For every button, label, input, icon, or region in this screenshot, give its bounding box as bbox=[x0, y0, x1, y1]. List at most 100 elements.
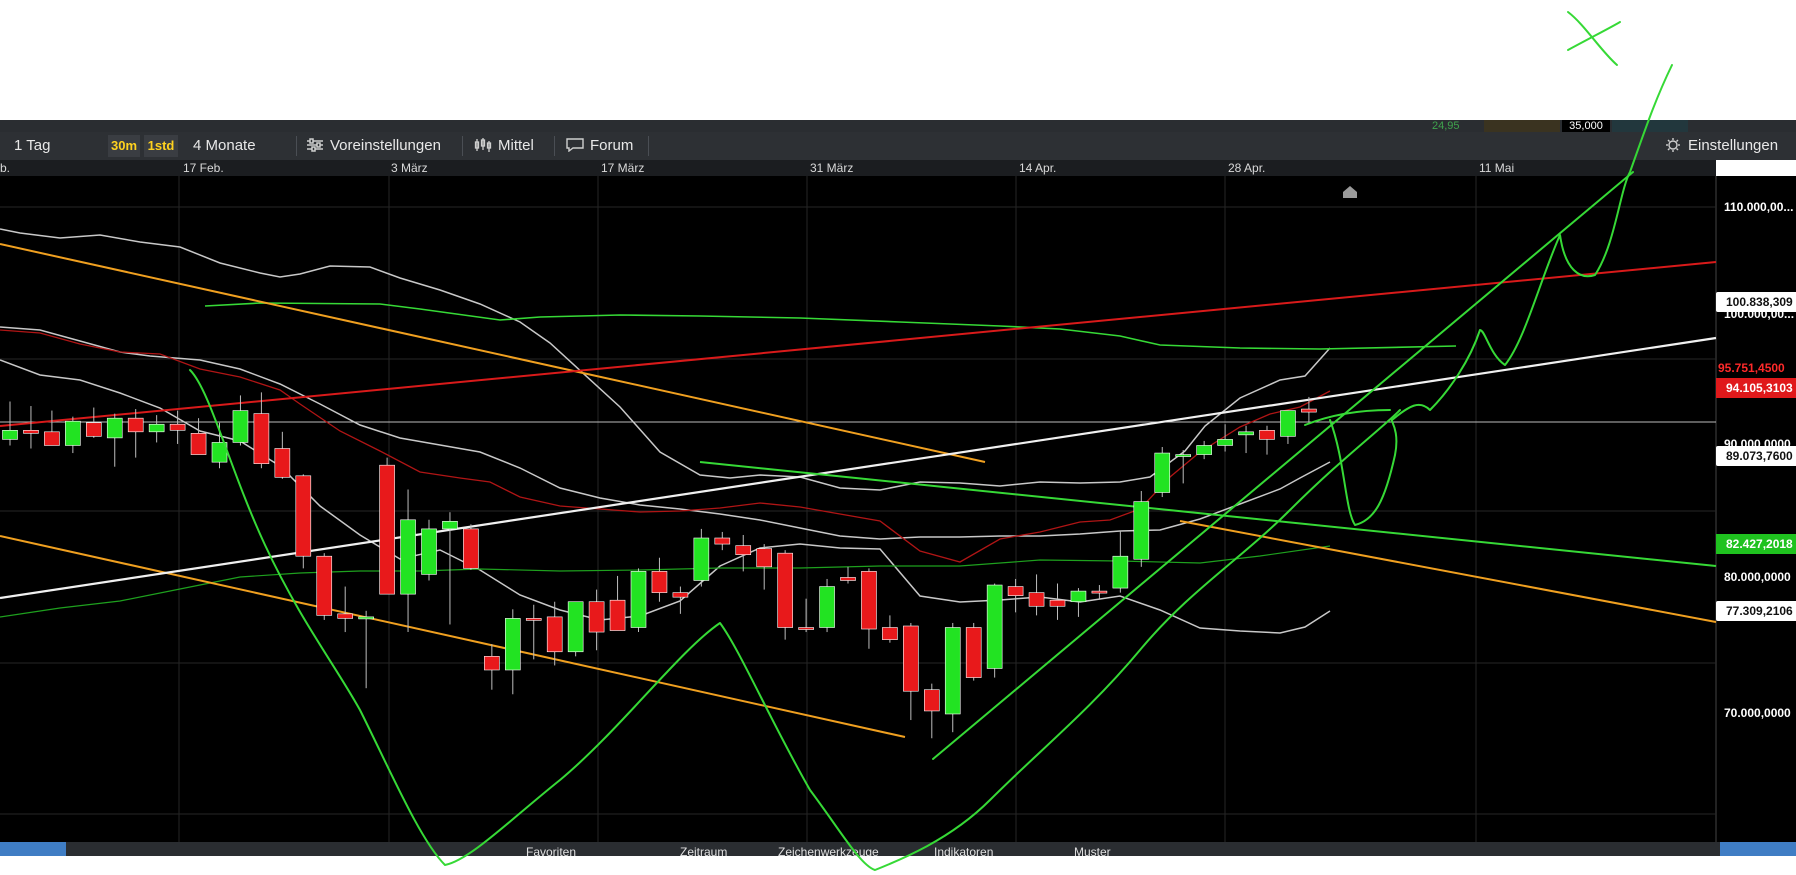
mid-band-marker: 89.073,7600 bbox=[1716, 446, 1796, 466]
price-axis-bg bbox=[1716, 176, 1796, 842]
lower-band-marker: 77.309,2106 bbox=[1716, 601, 1796, 621]
price-chart[interactable]: 110.000,00... 100.000,00... 90.000,0000 … bbox=[0, 176, 1796, 842]
patterns-tab[interactable]: Muster bbox=[1074, 846, 1111, 856]
top-strip-bar bbox=[1484, 120, 1560, 132]
candle-up bbox=[1154, 452, 1171, 493]
candle-up bbox=[1280, 410, 1296, 437]
period-dropdown[interactable]: 4 Monate bbox=[193, 132, 256, 160]
candle-down bbox=[798, 627, 814, 630]
candle-down bbox=[609, 599, 626, 631]
candle-down bbox=[1301, 408, 1317, 413]
indicators-tab[interactable]: Indikatoren bbox=[934, 846, 993, 856]
period-label: 4 Monate bbox=[193, 137, 256, 154]
candle-up bbox=[2, 429, 18, 440]
date-tick: 31 März bbox=[810, 161, 854, 175]
favorites-tab[interactable]: Favoriten bbox=[526, 846, 576, 856]
price-tick: 80.000,0000 bbox=[1724, 570, 1791, 584]
candle-down bbox=[1091, 590, 1108, 594]
expand-button[interactable] bbox=[1720, 842, 1796, 856]
bottom-toolbar: Favoriten Zeitraum Zeichenwerkzeuge Indi… bbox=[0, 842, 1796, 856]
candle-down bbox=[1028, 592, 1045, 607]
candle-down bbox=[169, 423, 186, 431]
interval-30m-button[interactable]: 30m bbox=[108, 135, 140, 157]
interval-1std-button[interactable]: 1std bbox=[144, 135, 178, 157]
candle-down bbox=[546, 616, 563, 653]
candle-down bbox=[253, 413, 270, 464]
price-tick: 70.000,0000 bbox=[1724, 706, 1791, 720]
candle-down bbox=[127, 417, 144, 433]
date-tick: 11 Mai bbox=[1479, 161, 1515, 175]
white-trendline bbox=[0, 336, 1717, 600]
candle-up bbox=[986, 584, 1003, 669]
horizontal-grid bbox=[0, 206, 1716, 815]
forum-button[interactable]: Forum bbox=[566, 132, 633, 160]
candle-up bbox=[106, 417, 123, 439]
chat-bubble-icon bbox=[566, 138, 584, 152]
candle-down bbox=[672, 592, 689, 598]
candle-up bbox=[211, 442, 228, 463]
pencil-button[interactable] bbox=[0, 842, 66, 856]
cross-mark-stroke bbox=[1567, 11, 1618, 66]
candle-down bbox=[588, 601, 605, 633]
candle-down bbox=[903, 625, 919, 692]
candle-up bbox=[1238, 431, 1254, 436]
candle-up bbox=[504, 618, 521, 671]
candle-up bbox=[630, 571, 647, 628]
candle-down bbox=[923, 689, 940, 712]
toolbar-divider bbox=[648, 136, 649, 156]
candle-down bbox=[840, 577, 856, 581]
date-tick: 17 März bbox=[601, 161, 645, 175]
presets-button[interactable]: Voreinstellungen bbox=[306, 132, 441, 160]
sliders-icon bbox=[307, 138, 323, 152]
candle-up bbox=[1133, 501, 1150, 560]
candle-down bbox=[295, 475, 312, 557]
drawing-tools-tab[interactable]: Zeichenwerkzeuge bbox=[778, 846, 879, 856]
orange-trendline-extension bbox=[1179, 520, 1717, 623]
average-button[interactable]: Mittel bbox=[474, 132, 534, 160]
forum-label: Forum bbox=[590, 137, 634, 154]
chart-canvas[interactable]: 110.000,00... 100.000,00... 90.000,0000 … bbox=[0, 176, 1796, 842]
toolbar-divider bbox=[554, 136, 555, 156]
green-trendline bbox=[699, 461, 1717, 567]
top-info-strip: 24,95 35,000 bbox=[0, 120, 1796, 132]
candle-down bbox=[337, 613, 354, 619]
candle-up bbox=[1217, 439, 1233, 446]
candle-down bbox=[525, 618, 542, 621]
candle-down bbox=[882, 627, 898, 640]
gear-icon bbox=[1666, 138, 1680, 152]
green-resistance-line bbox=[204, 302, 1457, 350]
candle-up bbox=[232, 410, 249, 443]
candle-down bbox=[1007, 586, 1024, 596]
candle-down bbox=[463, 528, 479, 569]
candle-up bbox=[421, 528, 437, 575]
candle-down bbox=[86, 422, 102, 437]
home-marker-icon[interactable] bbox=[1343, 186, 1357, 198]
settings-button[interactable]: Einstellungen bbox=[1664, 132, 1778, 160]
candle-down bbox=[274, 448, 291, 478]
top-strip-volume: 35,000 bbox=[1562, 120, 1610, 132]
candle-down bbox=[379, 464, 395, 595]
candle-up bbox=[1112, 555, 1129, 589]
candle-down bbox=[316, 555, 333, 616]
candlestick-series bbox=[2, 392, 1317, 739]
vertical-grid bbox=[178, 176, 1477, 842]
candle-down bbox=[861, 571, 877, 630]
average-marker: 94.105,3103 bbox=[1716, 378, 1796, 398]
candle-down bbox=[44, 431, 60, 446]
top-strip-value: 24,95 bbox=[1432, 120, 1460, 132]
candle-down bbox=[651, 571, 668, 593]
candle-up bbox=[1196, 445, 1212, 455]
candles-icon bbox=[474, 138, 492, 152]
range-dropdown[interactable]: 1 Tag bbox=[14, 132, 50, 160]
candle-up bbox=[819, 586, 835, 628]
top-strip-bar-2 bbox=[1612, 120, 1688, 132]
last-price-marker: 95.751,4500 bbox=[1718, 361, 1785, 375]
average-label: Mittel bbox=[498, 137, 534, 154]
range-label: 1 Tag bbox=[14, 137, 51, 154]
timeframe-tab[interactable]: Zeitraum bbox=[680, 846, 727, 856]
candle-down bbox=[714, 537, 731, 545]
candle-down bbox=[777, 552, 793, 628]
candle-up bbox=[400, 519, 416, 595]
date-tick: 17 Feb. bbox=[183, 161, 224, 175]
candle-up bbox=[567, 601, 584, 653]
